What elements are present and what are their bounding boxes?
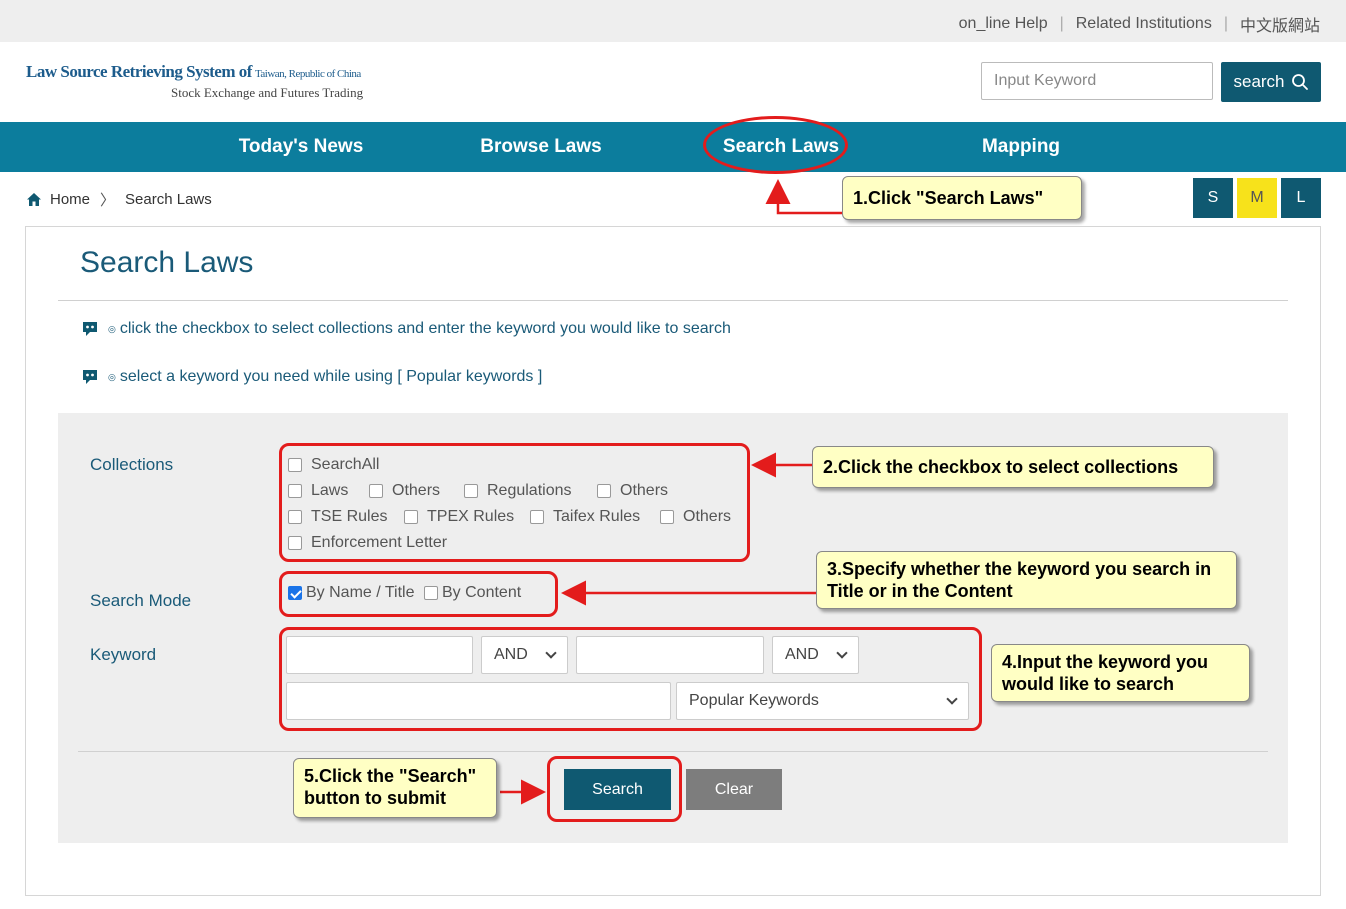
annotation-step-4: 4.Input the keyword you would like to se… (991, 644, 1250, 702)
annotation-step-2: 2.Click the checkbox to select collectio… (812, 446, 1214, 488)
annotation-step-5: 5.Click the "Search" button to submit (293, 758, 497, 818)
annotation-step-3: 3.Specify whether the keyword you search… (816, 551, 1237, 609)
annotation-step-1: 1.Click "Search Laws" (842, 176, 1082, 220)
